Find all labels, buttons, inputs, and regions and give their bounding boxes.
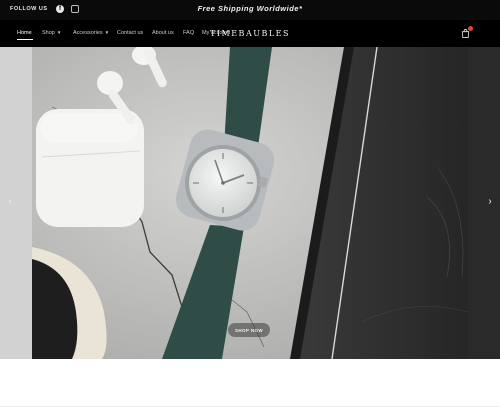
brand-logo[interactable]: TIMEBAUBLES [0, 29, 500, 38]
hero-slide [32, 47, 468, 359]
main-nav: Home Shop ▼ Accessories ▼ Contact us About… [0, 20, 500, 47]
cart-count-badge [468, 26, 473, 31]
chevron-left-icon[interactable]: ‹ [5, 196, 15, 207]
content-area [0, 359, 500, 417]
section-divider [0, 406, 500, 407]
active-underline [17, 39, 33, 40]
announcement-text: Free Shipping Worldwide* [197, 4, 303, 13]
chevron-right-icon[interactable]: › [485, 196, 495, 207]
slide-peek-right [468, 47, 500, 359]
hero-image [32, 47, 468, 359]
shop-now-button[interactable]: SHOP NOW [228, 323, 270, 337]
top-bar: FOLLOW US f Free Shipping Worldwide* [0, 0, 500, 20]
